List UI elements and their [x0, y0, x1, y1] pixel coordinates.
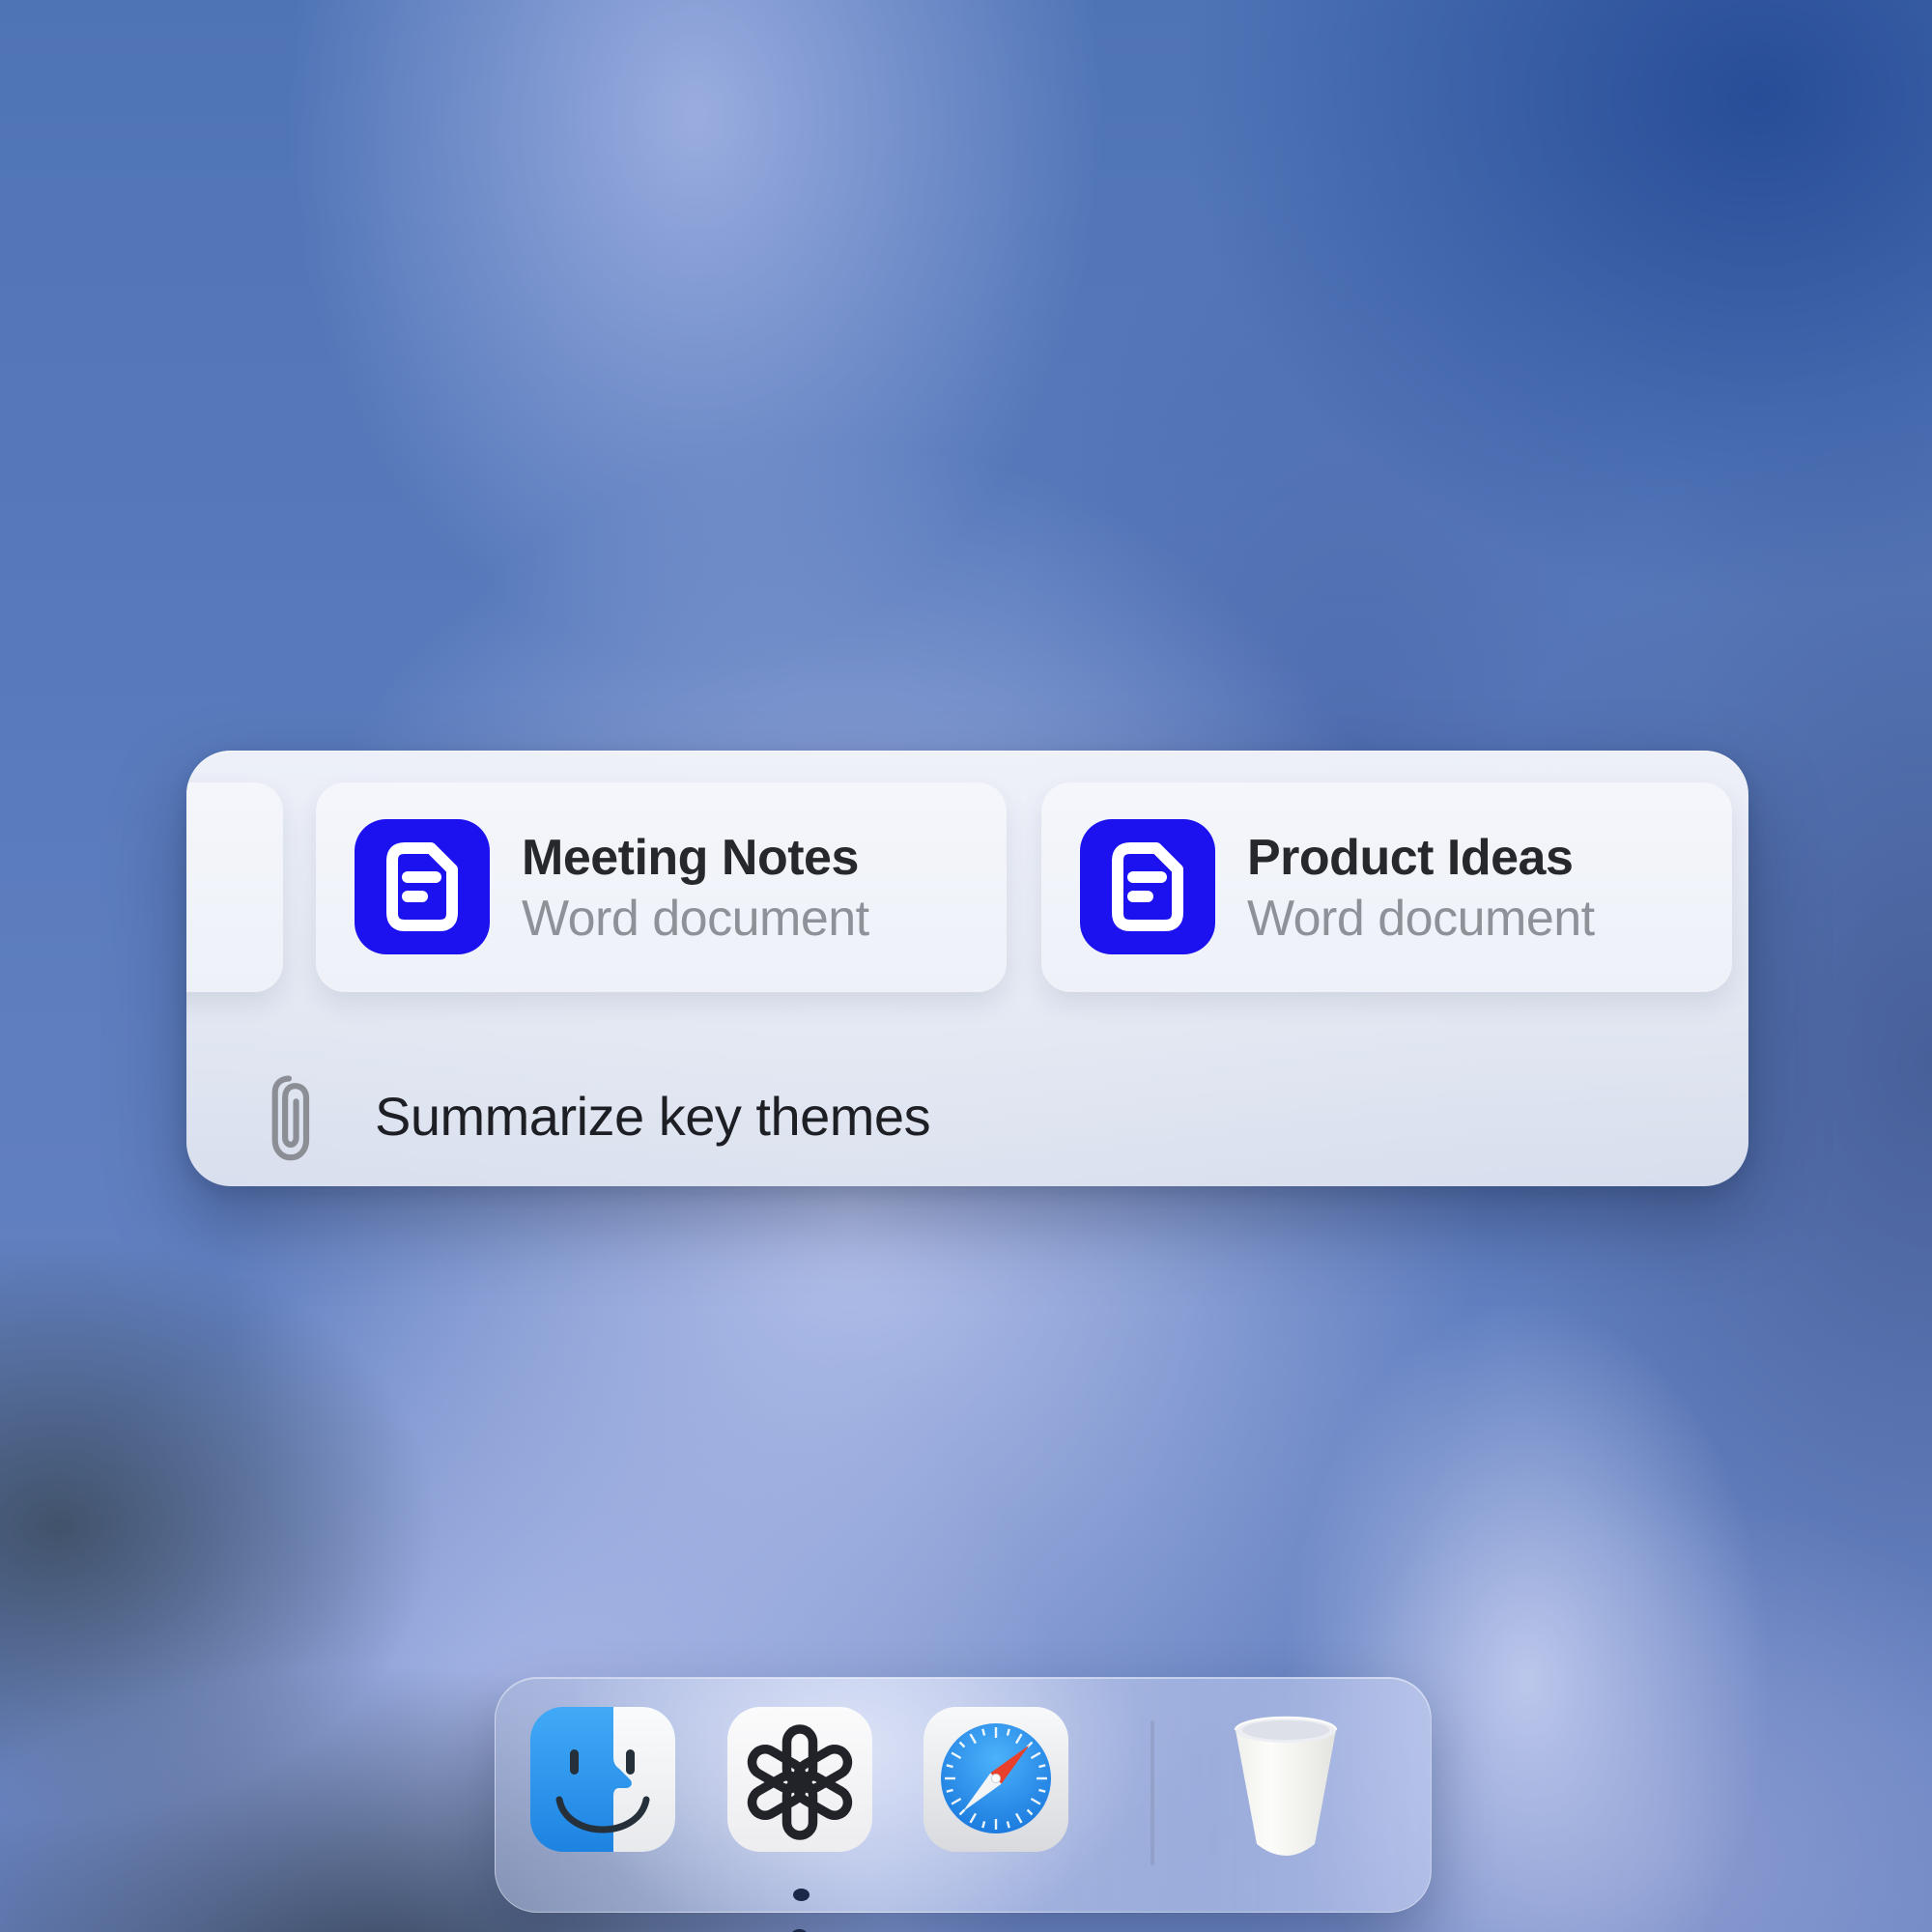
attachment-subtitle: Word document: [522, 891, 987, 947]
chatgpt-icon[interactable]: [727, 1707, 872, 1852]
attachments-panel: Meeting Notes Word document Product Idea…: [186, 751, 1748, 1186]
prompt-text: Summarize key themes: [375, 1085, 930, 1148]
desktop-wallpaper: Meeting Notes Word document Product Idea…: [0, 0, 1932, 1932]
attachment-card-partial[interactable]: [186, 782, 283, 992]
attachment-title: Meeting Notes: [522, 829, 987, 887]
attachment-title: Product Ideas: [1247, 829, 1713, 887]
attachment-subtitle: Word document: [1247, 891, 1713, 947]
word-document-icon: [1080, 819, 1215, 954]
paperclip-icon[interactable]: [266, 1070, 310, 1162]
dock: [495, 1677, 1432, 1913]
finder-icon[interactable]: [530, 1707, 675, 1852]
dock-separator: [1151, 1720, 1154, 1865]
word-document-icon: [355, 819, 490, 954]
attachment-card-product-ideas[interactable]: Product Ideas Word document: [1041, 782, 1732, 992]
prompt-input[interactable]: Summarize key themes: [186, 1063, 1748, 1169]
safari-icon[interactable]: [923, 1707, 1068, 1852]
chatgpt-running-indicator: [793, 1889, 810, 1901]
trash-icon[interactable]: [1218, 1703, 1353, 1869]
attachment-card-meeting-notes[interactable]: Meeting Notes Word document: [316, 782, 1007, 992]
